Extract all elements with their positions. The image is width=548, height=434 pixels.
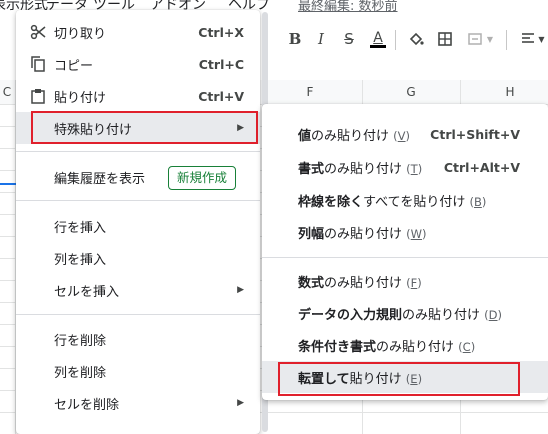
menu-divider [262, 257, 548, 258]
merge-cells-icon[interactable]: ▼ [460, 28, 500, 50]
menu-item-copy[interactable]: コピー Ctrl+C [16, 48, 260, 80]
menu-divider [16, 200, 260, 201]
menu-item-label: 行を削除 [54, 333, 107, 349]
access-key: F [410, 275, 418, 290]
submenu-arrow-icon: ▶ [237, 398, 244, 408]
menu-item-delete-row[interactable]: 行を削除 [16, 323, 260, 355]
bold-text: 数式 [298, 275, 325, 291]
shortcut-text: Ctrl+X [198, 24, 244, 40]
rest-text: のみ貼り付け [324, 161, 403, 177]
submenu-item-formula-only[interactable]: 数式のみ貼り付け (F) [262, 265, 548, 297]
align-left-icon[interactable]: ▼ [518, 28, 548, 50]
menu-divider [16, 151, 260, 152]
submenu-item-data-validation-only[interactable]: データの入力規則のみ貼り付け (D) [262, 297, 548, 329]
last-edit-link[interactable]: 最終編集: 数秒前 [298, 0, 398, 14]
shortcut-text: Ctrl+V [198, 88, 244, 104]
scissors-icon [29, 23, 47, 41]
shortcut-text: Ctrl+C [198, 56, 244, 72]
selected-cell-border [0, 183, 16, 185]
access-key: W [410, 226, 423, 241]
fill-color-icon[interactable] [405, 28, 427, 50]
strikethrough-icon[interactable]: S [338, 28, 360, 50]
column-header-f[interactable]: F [270, 80, 350, 104]
menu-item-insert-column[interactable]: 列を挿入 [16, 242, 260, 274]
paste-special-submenu: 値のみ貼り付け (V) Ctrl+Shift+V 書式のみ貼り付け (T) Ct… [262, 104, 548, 400]
bold-text: データの入力規則 [298, 307, 403, 323]
edit-menu: 切り取り Ctrl+X コピー Ctrl+C 貼り付け Ctrl+V 特殊貼り付… [16, 10, 260, 434]
shortcut-text: Ctrl+Shift+V [430, 126, 520, 142]
column-header-g[interactable]: G [362, 80, 460, 104]
menu-item-delete-cells[interactable]: セルを削除 ▶ [16, 387, 260, 419]
bold-text: 列幅 [298, 226, 325, 242]
rest-text: のみ貼り付け [311, 128, 390, 144]
menu-item-version-history[interactable]: 編集履歴を表示 新規作成 [16, 161, 260, 193]
rest-text: のみ貼り付け [402, 307, 481, 323]
access-key: D [488, 307, 498, 322]
shortcut-text: Ctrl+Alt+V [443, 159, 520, 175]
menu-item-label: 列を挿入 [54, 252, 107, 268]
rest-text: のみ貼り付け [324, 275, 403, 291]
menu-item-insert-cells[interactable]: セルを挿入 ▶ [16, 274, 260, 306]
menu-item-label: 切り取り [54, 26, 107, 42]
access-key: B [473, 194, 482, 209]
bold-icon[interactable]: B [284, 28, 306, 50]
new-badge: 新規作成 [168, 166, 237, 190]
column-header-c[interactable]: C [0, 80, 14, 104]
submenu-item-conditional-format-only[interactable]: 条件付き書式のみ貼り付け (C) [262, 329, 548, 361]
column-header-h[interactable]: H [460, 80, 548, 104]
submenu-item-column-width-only[interactable]: 列幅のみ貼り付け (W) [262, 216, 548, 248]
copy-icon [29, 55, 47, 73]
text-color-icon[interactable]: A [367, 28, 389, 50]
highlight-box-paste-special [31, 111, 258, 144]
access-key: V [397, 128, 406, 143]
highlight-box-paste-transposed [278, 362, 520, 396]
toolbar: B I S A ▼ ▼ [268, 22, 548, 58]
menu-item-label: セルを削除 [54, 397, 120, 413]
bold-text: 値 [298, 128, 312, 144]
rest-text: のみ貼り付け [324, 226, 403, 242]
paste-icon [29, 87, 47, 105]
submenu-item-values-only[interactable]: 値のみ貼り付け (V) Ctrl+Shift+V [262, 118, 548, 150]
bold-text: 枠線を除く [298, 194, 364, 210]
submenu-item-all-except-borders[interactable]: 枠線を除くすべてを貼り付け (B) [262, 184, 548, 216]
borders-icon[interactable] [434, 28, 456, 50]
submenu-item-format-only[interactable]: 書式のみ貼り付け (T) Ctrl+Alt+V [262, 151, 548, 183]
menu-item-paste[interactable]: 貼り付け Ctrl+V [16, 80, 260, 112]
bold-text: 条件付き書式 [298, 339, 377, 355]
menu-item-cut[interactable]: 切り取り Ctrl+X [16, 16, 260, 48]
menu-item-label: 貼り付け [54, 90, 107, 106]
rest-text: すべてを貼り付け [363, 194, 466, 210]
menu-item-label: 編集履歴を表示 [54, 171, 146, 187]
italic-icon[interactable]: I [310, 28, 332, 50]
menu-item-label: 列を削除 [54, 365, 107, 381]
access-key: T [410, 161, 418, 176]
submenu-arrow-icon: ▶ [237, 285, 244, 295]
bold-text: 書式 [298, 161, 325, 177]
menu-item-label: 行を挿入 [54, 220, 107, 236]
menu-item-insert-row[interactable]: 行を挿入 [16, 210, 260, 242]
menu-item-label: セルを挿入 [54, 284, 120, 300]
access-key: C [462, 339, 471, 354]
menu-item-delete-column[interactable]: 列を削除 [16, 355, 260, 387]
menu-divider [16, 314, 260, 315]
rest-text: のみ貼り付け [376, 339, 455, 355]
menu-item-label: コピー [54, 58, 94, 74]
